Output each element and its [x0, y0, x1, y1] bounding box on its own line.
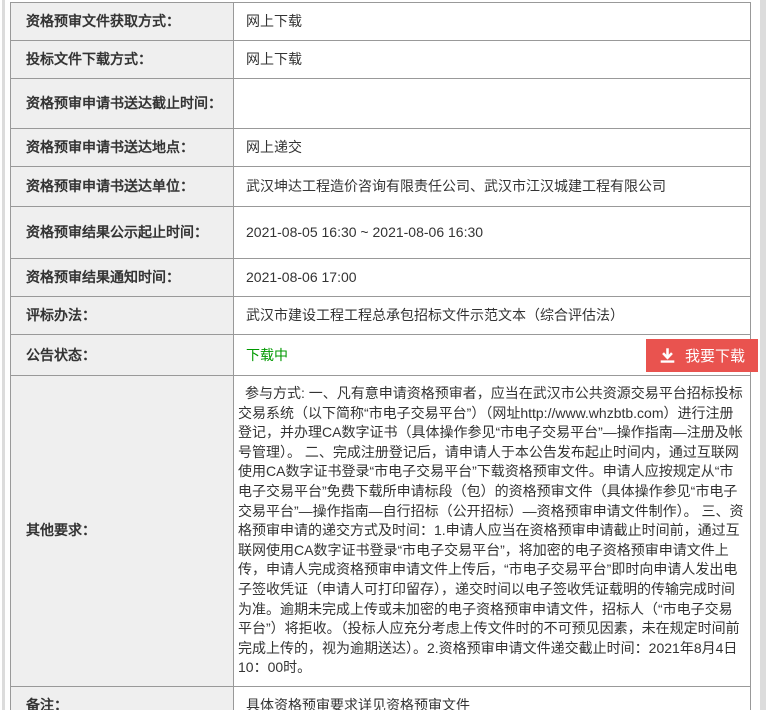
row-label-announcement-status: 公告状态：: [11, 335, 234, 376]
row-value-delivery-place: 网上递交: [234, 129, 751, 167]
row-label-application-deadline: 资格预审申请书送达截止时间：: [11, 79, 234, 129]
row-value-announcement-status: 下载中 我要下载: [234, 335, 751, 376]
row-value-application-deadline: [234, 79, 751, 129]
page-edge-right: [760, 0, 766, 710]
row-label-result-publicity-period: 资格预审结果公示起止时间：: [11, 207, 234, 259]
table-row: 其他要求： 参与方式: 一、凡有意申请资格预审者，应当在武汉市公共资源交易平台招…: [11, 376, 751, 687]
row-label-delivery-place: 资格预审申请书送达地点：: [11, 129, 234, 167]
table-row: 投标文件下载方式： 网上下载: [11, 41, 751, 79]
download-icon: [659, 347, 676, 364]
table-row: 公告状态： 下载中 我要下载: [11, 335, 751, 376]
table-row: 资格预审申请书送达单位： 武汉坤达工程造价咨询有限责任公司、武汉市江汉城建工程有…: [11, 167, 751, 207]
row-value-remarks: 具体资格预审要求详见资格预审文件: [234, 686, 751, 710]
row-value-delivery-unit: 武汉坤达工程造价咨询有限责任公司、武汉市江汉城建工程有限公司: [234, 167, 751, 207]
row-value-result-publicity-period: 2021-08-05 16:30 ~ 2021-08-06 16:30: [234, 207, 751, 259]
row-label-file-obtain-method: 资格预审文件获取方式：: [11, 3, 234, 41]
row-label-bid-file-download: 投标文件下载方式：: [11, 41, 234, 79]
row-value-evaluation-method: 武汉市建设工程工程总承包招标文件示范文本（综合评估法）: [234, 297, 751, 335]
prequalification-info-table: 资格预审文件获取方式： 网上下载 投标文件下载方式： 网上下载 资格预审申请书送…: [10, 2, 751, 710]
status-badge: 下载中: [246, 347, 288, 363]
row-value-result-notice-time: 2021-08-06 17:00: [234, 259, 751, 297]
row-label-remarks: 备注：: [11, 686, 234, 710]
page-edge-left: [2, 0, 5, 710]
row-value-bid-file-download: 网上下载: [234, 41, 751, 79]
table-row: 资格预审申请书送达地点： 网上递交: [11, 129, 751, 167]
row-value-other-requirements: 参与方式: 一、凡有意申请资格预审者，应当在武汉市公共资源交易平台招标投标交易系…: [234, 376, 751, 687]
download-button[interactable]: 我要下载: [646, 339, 758, 372]
table-row: 备注： 具体资格预审要求详见资格预审文件: [11, 686, 751, 710]
row-value-file-obtain-method: 网上下载: [234, 3, 751, 41]
row-label-other-requirements: 其他要求：: [11, 376, 234, 687]
row-label-result-notice-time: 资格预审结果通知时间：: [11, 259, 234, 297]
row-label-delivery-unit: 资格预审申请书送达单位：: [11, 167, 234, 207]
download-button-label: 我要下载: [685, 345, 745, 366]
table-row: 资格预审结果通知时间： 2021-08-06 17:00: [11, 259, 751, 297]
row-label-evaluation-method: 评标办法：: [11, 297, 234, 335]
table-row: 资格预审结果公示起止时间： 2021-08-05 16:30 ~ 2021-08…: [11, 207, 751, 259]
table-row: 资格预审文件获取方式： 网上下载: [11, 3, 751, 41]
table-row: 资格预审申请书送达截止时间：: [11, 79, 751, 129]
table-row: 评标办法： 武汉市建设工程工程总承包招标文件示范文本（综合评估法）: [11, 297, 751, 335]
